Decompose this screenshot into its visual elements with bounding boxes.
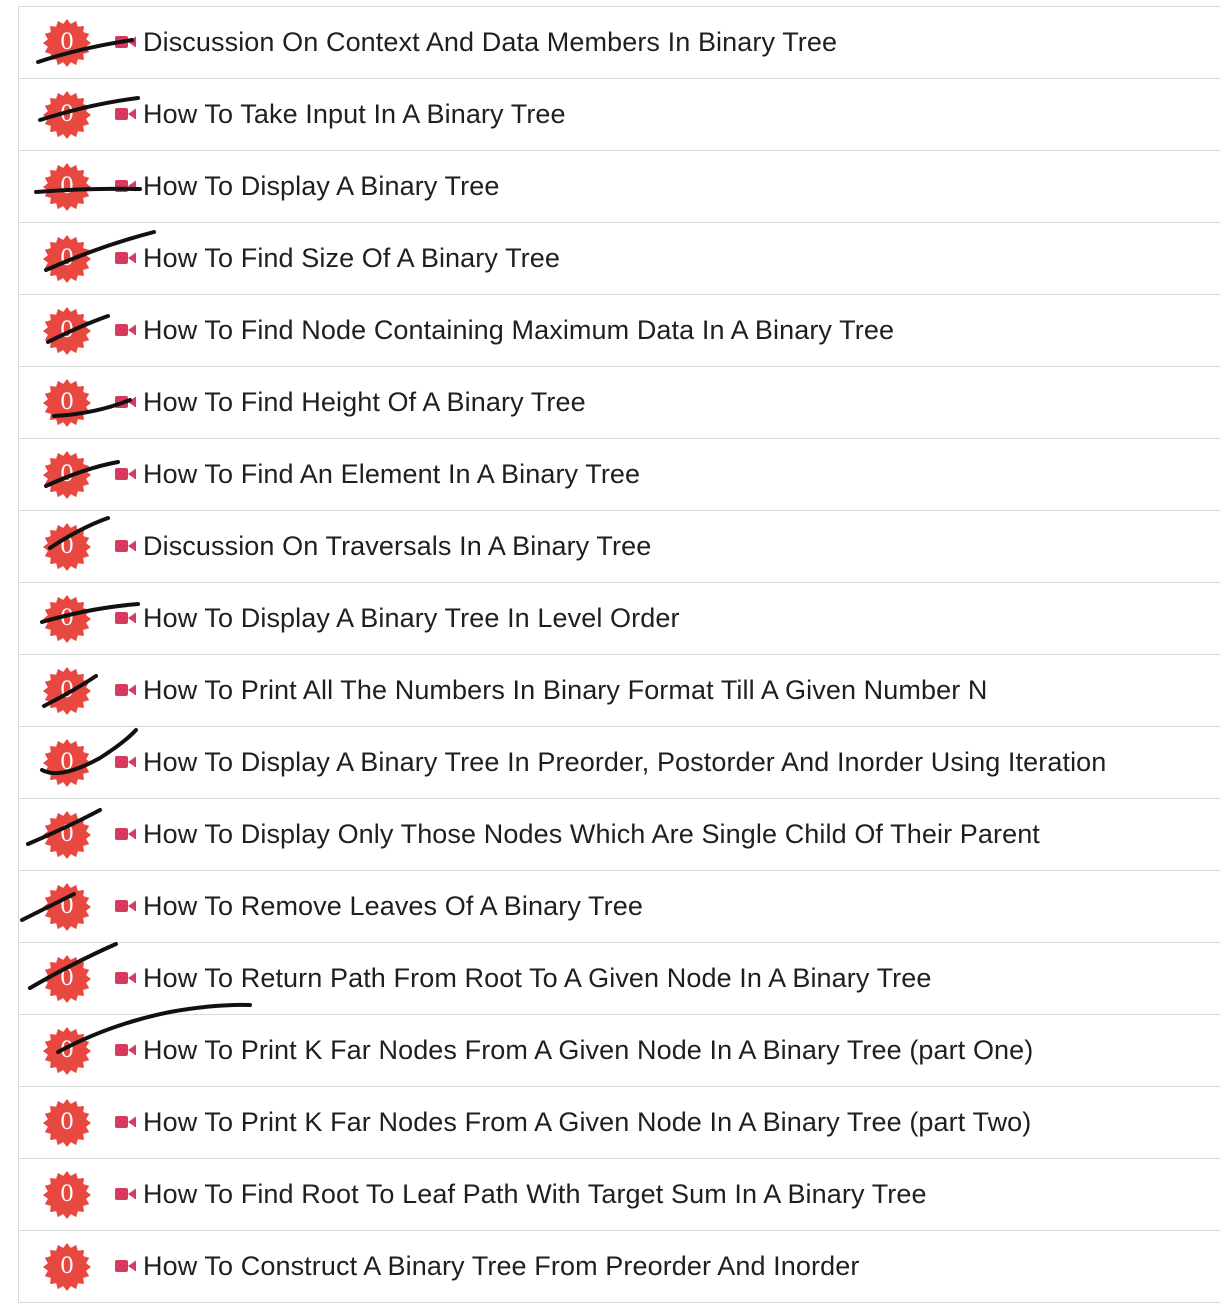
starburst-badge-icon: 0 bbox=[43, 595, 91, 643]
lesson-title[interactable]: How To Remove Leaves Of A Binary Tree bbox=[143, 871, 643, 942]
lesson-title[interactable]: How To Find Root To Leaf Path With Targe… bbox=[143, 1159, 927, 1230]
starburst-badge-icon: 0 bbox=[43, 955, 91, 1003]
lesson-row[interactable]: 0 How To Display Only Those Nodes Which A… bbox=[19, 799, 1220, 871]
lesson-row[interactable]: 0 How To Find Node Containing Maximum Dat… bbox=[19, 295, 1220, 367]
lesson-row[interactable]: 0 How To Find Root To Leaf Path With Targ… bbox=[19, 1159, 1220, 1231]
lesson-row[interactable]: 0 How To Display A Binary Tree In Level O… bbox=[19, 583, 1220, 655]
starburst-badge-icon: 0 bbox=[43, 163, 91, 211]
badge-count: 0 bbox=[60, 534, 74, 559]
lesson-row[interactable]: 0 How To Display A Binary Tree In Preorde… bbox=[19, 727, 1220, 799]
lesson-title[interactable]: How To Find Height Of A Binary Tree bbox=[143, 367, 586, 438]
lesson-title[interactable]: Discussion On Traversals In A Binary Tre… bbox=[143, 511, 651, 582]
video-camera-icon bbox=[115, 611, 137, 625]
badge-count: 0 bbox=[60, 822, 74, 847]
badge-count: 0 bbox=[60, 174, 74, 199]
lesson-row[interactable]: 0 How To Print All The Numbers In Binary … bbox=[19, 655, 1220, 727]
lesson-list: 0 Discussion On Context And Data Members … bbox=[18, 6, 1220, 1303]
video-camera-icon bbox=[115, 1259, 137, 1273]
lesson-row[interactable]: 0 How To Find Size Of A Binary Tree bbox=[19, 223, 1220, 295]
lesson-row[interactable]: 0 How To Find An Element In A Binary Tree bbox=[19, 439, 1220, 511]
lesson-title[interactable]: How To Take Input In A Binary Tree bbox=[143, 79, 566, 150]
badge-count: 0 bbox=[60, 1182, 74, 1207]
lesson-title[interactable]: How To Find Size Of A Binary Tree bbox=[143, 223, 560, 294]
lesson-row[interactable]: 0 Discussion On Context And Data Members … bbox=[19, 7, 1220, 79]
lesson-title[interactable]: How To Construct A Binary Tree From Preo… bbox=[143, 1231, 859, 1302]
video-camera-icon bbox=[115, 683, 137, 697]
video-camera-icon bbox=[115, 395, 137, 409]
lesson-row[interactable]: 0 How To Construct A Binary Tree From Pre… bbox=[19, 1231, 1220, 1303]
badge-count: 0 bbox=[60, 30, 74, 55]
badge-count: 0 bbox=[60, 966, 74, 991]
starburst-badge-icon: 0 bbox=[43, 1027, 91, 1075]
starburst-badge-icon: 0 bbox=[43, 523, 91, 571]
lesson-row[interactable]: 0 How To Display A Binary Tree bbox=[19, 151, 1220, 223]
badge-count: 0 bbox=[60, 462, 74, 487]
video-camera-icon bbox=[115, 755, 137, 769]
lesson-row[interactable]: 0 How To Remove Leaves Of A Binary Tree bbox=[19, 871, 1220, 943]
lesson-row[interactable]: 0 Discussion On Traversals In A Binary Tr… bbox=[19, 511, 1220, 583]
video-camera-icon bbox=[115, 1115, 137, 1129]
starburst-badge-icon: 0 bbox=[43, 739, 91, 787]
starburst-badge-icon: 0 bbox=[43, 451, 91, 499]
badge-count: 0 bbox=[60, 246, 74, 271]
lesson-title[interactable]: How To Print K Far Nodes From A Given No… bbox=[143, 1015, 1033, 1086]
lesson-title[interactable]: How To Return Path From Root To A Given … bbox=[143, 943, 932, 1014]
starburst-badge-icon: 0 bbox=[43, 19, 91, 67]
video-camera-icon bbox=[115, 899, 137, 913]
badge-count: 0 bbox=[60, 390, 74, 415]
video-camera-icon bbox=[115, 827, 137, 841]
starburst-badge-icon: 0 bbox=[43, 667, 91, 715]
starburst-badge-icon: 0 bbox=[43, 883, 91, 931]
badge-count: 0 bbox=[60, 750, 74, 775]
badge-count: 0 bbox=[60, 1038, 74, 1063]
starburst-badge-icon: 0 bbox=[43, 307, 91, 355]
video-camera-icon bbox=[115, 179, 137, 193]
starburst-badge-icon: 0 bbox=[43, 1099, 91, 1147]
badge-count: 0 bbox=[60, 1254, 74, 1279]
lesson-row[interactable]: 0 How To Print K Far Nodes From A Given N… bbox=[19, 1087, 1220, 1159]
lesson-row[interactable]: 0 How To Print K Far Nodes From A Given N… bbox=[19, 1015, 1220, 1087]
badge-count: 0 bbox=[60, 678, 74, 703]
lesson-title[interactable]: How To Display Only Those Nodes Which Ar… bbox=[143, 799, 1040, 870]
video-camera-icon bbox=[115, 107, 137, 121]
lesson-title[interactable]: Discussion On Context And Data Members I… bbox=[143, 7, 837, 78]
lesson-title[interactable]: How To Print K Far Nodes From A Given No… bbox=[143, 1087, 1031, 1158]
lesson-title[interactable]: How To Find An Element In A Binary Tree bbox=[143, 439, 640, 510]
starburst-badge-icon: 0 bbox=[43, 811, 91, 859]
video-camera-icon bbox=[115, 251, 137, 265]
lesson-row[interactable]: 0 How To Take Input In A Binary Tree bbox=[19, 79, 1220, 151]
video-camera-icon bbox=[115, 323, 137, 337]
badge-count: 0 bbox=[60, 894, 74, 919]
lesson-title[interactable]: How To Print All The Numbers In Binary F… bbox=[143, 655, 988, 726]
badge-count: 0 bbox=[60, 606, 74, 631]
lesson-row[interactable]: 0 How To Return Path From Root To A Given… bbox=[19, 943, 1220, 1015]
lesson-title[interactable]: How To Display A Binary Tree In Level Or… bbox=[143, 583, 680, 654]
lesson-title[interactable]: How To Display A Binary Tree bbox=[143, 151, 499, 222]
lesson-title[interactable]: How To Display A Binary Tree In Preorder… bbox=[143, 727, 1106, 798]
starburst-badge-icon: 0 bbox=[43, 91, 91, 139]
starburst-badge-icon: 0 bbox=[43, 1243, 91, 1291]
starburst-badge-icon: 0 bbox=[43, 1171, 91, 1219]
starburst-badge-icon: 0 bbox=[43, 235, 91, 283]
starburst-badge-icon: 0 bbox=[43, 379, 91, 427]
badge-count: 0 bbox=[60, 1110, 74, 1135]
badge-count: 0 bbox=[60, 102, 74, 127]
video-camera-icon bbox=[115, 1187, 137, 1201]
video-camera-icon bbox=[115, 971, 137, 985]
badge-count: 0 bbox=[60, 318, 74, 343]
video-camera-icon bbox=[115, 35, 137, 49]
video-camera-icon bbox=[115, 467, 137, 481]
lesson-row[interactable]: 0 How To Find Height Of A Binary Tree bbox=[19, 367, 1220, 439]
video-camera-icon bbox=[115, 1043, 137, 1057]
lesson-title[interactable]: How To Find Node Containing Maximum Data… bbox=[143, 295, 894, 366]
video-camera-icon bbox=[115, 539, 137, 553]
